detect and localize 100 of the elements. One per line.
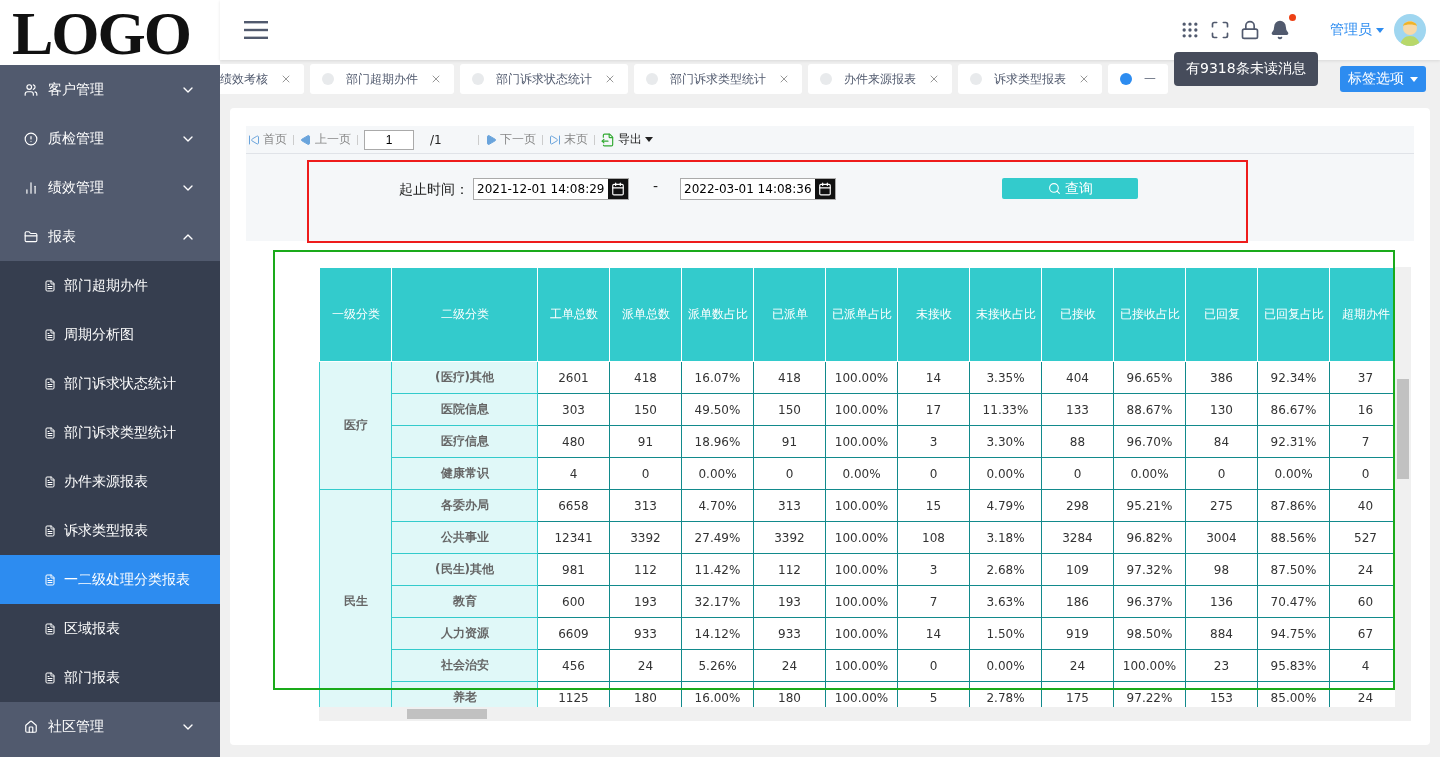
tab[interactable]: 部门诉求类型统计: [634, 64, 802, 94]
table-cell: 5.26%: [681, 649, 754, 682]
calendar-icon[interactable]: [815, 179, 836, 199]
table-cell: 100.00%: [825, 425, 898, 458]
table-cell: 0.00%: [1257, 457, 1330, 490]
table-cell: 11.33%: [969, 393, 1042, 426]
tab[interactable]: 绩效考核: [220, 64, 304, 94]
table-cell: 92.34%: [1257, 361, 1330, 394]
prev-page-link[interactable]: 上一页: [300, 131, 351, 148]
fullscreen-icon[interactable]: [1210, 20, 1230, 40]
table-cell: 3.18%: [969, 521, 1042, 554]
menu-item[interactable]: 报表: [0, 212, 220, 261]
table-cell: 4: [537, 457, 610, 490]
table-cell: 27.49%: [681, 521, 754, 554]
date-range-label: 起止时间：: [399, 181, 469, 199]
notification-tooltip: 有9318条未读消息: [1174, 52, 1318, 86]
table-cell: 133: [1041, 393, 1114, 426]
table-cell: 3392: [753, 521, 826, 554]
close-icon[interactable]: [604, 73, 616, 85]
submenu-item[interactable]: 部门诉求状态统计: [0, 359, 220, 408]
vertical-scrollbar[interactable]: [1395, 267, 1411, 707]
table-cell: 4.79%: [969, 489, 1042, 522]
table-cell: 92.31%: [1257, 425, 1330, 458]
lock-icon[interactable]: [1240, 20, 1260, 40]
table-cell: 0.00%: [681, 457, 754, 490]
bell-icon[interactable]: [1270, 20, 1290, 40]
table-cell: 109: [1041, 553, 1114, 586]
close-icon[interactable]: [928, 73, 940, 85]
calendar-icon[interactable]: [608, 179, 628, 199]
page-input[interactable]: 1: [364, 129, 414, 150]
close-icon[interactable]: [280, 73, 292, 85]
submenu-item[interactable]: 诉求类型报表: [0, 506, 220, 555]
table-cell: 12341: [537, 521, 610, 554]
table-cell: 100.00%: [825, 617, 898, 650]
table-cell: 3: [897, 425, 970, 458]
table-cell: 0: [897, 649, 970, 682]
submenu-item[interactable]: 部门报表: [0, 653, 220, 702]
table-cell: 186: [1041, 585, 1114, 618]
menu-item[interactable]: 绩效管理: [0, 163, 220, 212]
table-cell: 社会治安: [391, 649, 538, 682]
table-cell: 150: [753, 393, 826, 426]
next-page-link[interactable]: 下一页: [484, 131, 536, 148]
close-icon[interactable]: [1078, 73, 1090, 85]
menu-item[interactable]: 客户管理: [0, 65, 220, 114]
submenu-item[interactable]: 部门超期办件: [0, 261, 220, 310]
table-cell: 88.67%: [1113, 393, 1186, 426]
table-cell: 193: [609, 585, 682, 618]
table-cell: 各委办局: [391, 489, 538, 522]
page-total: /1: [430, 132, 442, 147]
table-cell: 3392: [609, 521, 682, 554]
table-cell: 136: [1185, 585, 1258, 618]
menu-item[interactable]: 社区管理: [0, 702, 220, 751]
submenu-item[interactable]: 办件来源报表: [0, 457, 220, 506]
table-cell: 981: [537, 553, 610, 586]
close-icon[interactable]: [778, 73, 790, 85]
menu-item[interactable]: 质检管理: [0, 114, 220, 163]
table-cell: 0: [897, 457, 970, 490]
table-cell: 0: [753, 457, 826, 490]
table-cell: 100.00%: [825, 521, 898, 554]
export-icon: [600, 132, 615, 147]
table-cell: 386: [1185, 361, 1258, 394]
table-cell: 418: [753, 361, 826, 394]
table-cell: 3: [897, 553, 970, 586]
export-menu[interactable]: 导出: [600, 131, 653, 148]
start-date-field[interactable]: 2021-12-01 14:08:29: [473, 178, 629, 200]
submenu-item[interactable]: 部门诉求类型统计: [0, 408, 220, 457]
alert-icon: [24, 131, 38, 146]
table-cell: 健康常识: [391, 457, 538, 490]
horizontal-scrollbar[interactable]: [319, 707, 1411, 721]
table-cell: 2601: [537, 361, 610, 394]
table-cell: 88.56%: [1257, 521, 1330, 554]
close-icon[interactable]: [430, 73, 442, 85]
submenu-item[interactable]: 区域报表: [0, 604, 220, 653]
first-page-icon: [248, 133, 260, 146]
menu-icon[interactable]: [244, 21, 268, 39]
table-cell: 100.00%: [825, 585, 898, 618]
table-cell: 933: [609, 617, 682, 650]
tab[interactable]: 诉求类型报表: [958, 64, 1102, 94]
table-cell: 0.00%: [825, 457, 898, 490]
tab[interactable]: 部门诉求状态统计: [460, 64, 628, 94]
first-page-link[interactable]: 首页: [248, 131, 287, 148]
column-header: 已回复: [1185, 267, 1258, 362]
table-cell: 86.67%: [1257, 393, 1330, 426]
end-date-field[interactable]: 2022-03-01 14:08:36: [680, 178, 837, 200]
table-cell: 0: [609, 457, 682, 490]
table-cell: 96.70%: [1113, 425, 1186, 458]
last-page-link[interactable]: 末页: [548, 131, 588, 148]
apps-icon[interactable]: [1180, 20, 1200, 40]
document-icon: [44, 377, 56, 390]
tab[interactable]: 部门超期办件: [310, 64, 454, 94]
table-cell: 3284: [1041, 521, 1114, 554]
table-cell: 100.00%: [825, 361, 898, 394]
table-cell: 108: [897, 521, 970, 554]
tab[interactable]: 一: [1108, 64, 1168, 94]
table-cell: 96.82%: [1113, 521, 1186, 554]
table-cell: 100.00%: [1113, 649, 1186, 682]
submenu-item[interactable]: 周期分析图: [0, 310, 220, 359]
tab[interactable]: 办件来源报表: [808, 64, 952, 94]
avatar[interactable]: [1394, 14, 1426, 46]
user-menu[interactable]: 管理员: [1330, 21, 1384, 39]
